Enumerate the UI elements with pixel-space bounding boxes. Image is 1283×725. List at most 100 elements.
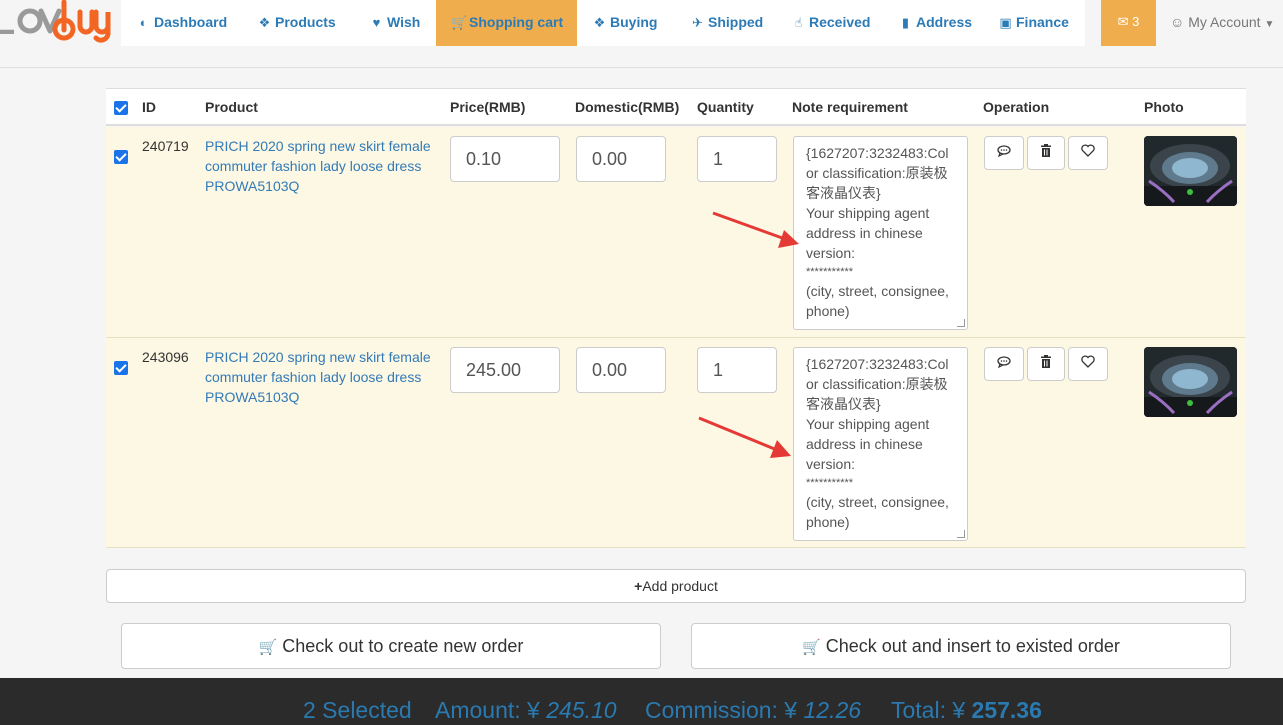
note-line: version: <box>806 456 856 472</box>
cubes-icon: ❖ <box>258 15 271 30</box>
comment-icon <box>997 145 1011 160</box>
nav-address[interactable]: ▮ Address <box>898 0 972 46</box>
product-link[interactable]: PRICH 2020 spring new skirt female commu… <box>205 136 437 196</box>
nav-address-label: Address <box>916 14 973 30</box>
messages-count: 3 <box>1132 14 1140 29</box>
table-row: 243096 PRICH 2020 spring new skirt femal… <box>106 338 1246 548</box>
svg-text:L: L <box>0 1 15 43</box>
nav-finance[interactable]: ▣ Finance <box>998 0 1069 46</box>
commission-summary: Commission: ¥ 12.26 <box>645 697 861 724</box>
note-line: *********** <box>806 266 854 278</box>
header-photo: Photo <box>1144 99 1184 115</box>
note-line: or classification:原装极 <box>806 165 948 181</box>
checkout-existing-order-button[interactable]: 🛒 Check out and insert to existed order <box>691 623 1231 669</box>
price-input[interactable]: 0.10 <box>450 136 560 182</box>
nav-dashboard[interactable]: ◐ Dashboard <box>136 0 228 46</box>
commission-label: Commission: ¥ <box>645 697 798 723</box>
heart-outline-icon <box>1081 355 1095 371</box>
delete-button[interactable] <box>1027 136 1065 170</box>
nav-products-label: Products <box>275 14 336 30</box>
note-line: {1627207:3232483:Col <box>806 356 949 372</box>
trash-icon <box>1040 355 1052 371</box>
amount-label: Amount: ¥ <box>435 697 540 723</box>
nav-shipped[interactable]: ✈ Shipped <box>690 0 763 46</box>
nav-finance-label: Finance <box>1016 14 1069 30</box>
header-domestic: Domestic(RMB) <box>575 99 680 115</box>
wish-button[interactable] <box>1068 347 1108 381</box>
nav-buying[interactable]: ❖ Buying <box>592 0 658 46</box>
select-all-checkbox[interactable] <box>114 101 128 115</box>
row-checkbox[interactable] <box>114 361 128 375</box>
dashboard-icon: ◐ <box>139 15 148 30</box>
total-summary: Total: ¥ 257.36 <box>891 697 1042 724</box>
note-line: Your shipping agent <box>806 416 930 432</box>
note-textarea[interactable]: {1627207:3232483:Col or classification:原… <box>793 347 968 541</box>
delete-button[interactable] <box>1027 347 1065 381</box>
my-account-dropdown[interactable]: ☺ My Account ▼ <box>1170 0 1274 46</box>
comment-button[interactable] <box>984 347 1024 381</box>
cart-icon: 🛒 <box>802 639 821 656</box>
table-row: 240719 PRICH 2020 spring new skirt femal… <box>106 127 1246 338</box>
nav-received[interactable]: ☝ Received <box>791 0 871 46</box>
note-line: 客液晶仪表} <box>806 396 881 412</box>
note-line: (city, street, consignee, <box>806 283 949 299</box>
nav-wish[interactable]: ♥ Wish <box>369 0 421 46</box>
note-line: *********** <box>806 477 854 489</box>
messages-button[interactable]: ✉ 3 <box>1101 0 1156 46</box>
total-label: Total: ¥ <box>891 697 966 723</box>
caret-down-icon: ▼ <box>1264 19 1275 30</box>
product-photo[interactable] <box>1144 136 1237 206</box>
add-product-button[interactable]: +Add product <box>106 569 1246 603</box>
domestic-input[interactable]: 0.00 <box>576 136 666 182</box>
quantity-input[interactable]: 1 <box>697 347 777 393</box>
note-line: {1627207:3232483:Col <box>806 145 949 161</box>
row-id: 240719 <box>142 138 189 154</box>
nav-received-label: Received <box>809 14 871 30</box>
comment-button[interactable] <box>984 136 1024 170</box>
bookmark-icon: ▮ <box>901 15 910 30</box>
product-photo[interactable] <box>1144 347 1237 417</box>
heart-icon: ♥ <box>372 15 381 30</box>
note-line: address in chinese <box>806 436 923 452</box>
row-id: 243096 <box>142 349 189 365</box>
nav-wish-label: Wish <box>387 14 421 30</box>
cart-icon: 🛒 <box>258 639 278 656</box>
quantity-input[interactable]: 1 <box>697 136 777 182</box>
checkout-new-order-button[interactable]: 🛒 Check out to create new order <box>121 623 661 669</box>
header-price: Price(RMB) <box>450 99 526 115</box>
comment-icon: ✉ <box>1117 14 1129 29</box>
note-line: Your shipping agent <box>806 205 930 221</box>
user-icon: ☺ <box>1170 14 1185 30</box>
wish-button[interactable] <box>1068 136 1108 170</box>
plane-icon: ✈ <box>692 15 703 30</box>
header-quantity: Quantity <box>697 99 754 115</box>
nav-shopping-cart[interactable]: 🛒 Shopping cart <box>436 0 577 46</box>
note-line: phone) <box>806 303 850 319</box>
amount-value: 245.10 <box>546 697 617 723</box>
thumbs-up-icon: ☝ <box>794 15 803 30</box>
nav-products[interactable]: ❖ Products <box>257 0 336 46</box>
summary-footer <box>0 678 1283 725</box>
note-line: or classification:原装极 <box>806 376 948 392</box>
domestic-input[interactable]: 0.00 <box>576 347 666 393</box>
amount-summary: Amount: ¥ 245.10 <box>435 697 617 724</box>
cart-icon: 🛒 <box>451 15 468 30</box>
note-line: phone) <box>806 514 850 530</box>
money-icon: ▣ <box>999 15 1012 30</box>
note-textarea[interactable]: {1627207:3232483:Col or classification:原… <box>793 136 968 330</box>
header-id: ID <box>142 99 156 115</box>
row-checkbox[interactable] <box>114 150 128 164</box>
note-line: address in chinese <box>806 225 923 241</box>
add-product-label: Add product <box>642 578 718 594</box>
nav-buying-label: Buying <box>610 14 658 30</box>
heart-outline-icon <box>1081 144 1095 160</box>
trash-icon <box>1040 144 1052 160</box>
product-link[interactable]: PRICH 2020 spring new skirt female commu… <box>205 347 437 407</box>
price-input[interactable]: 245.00 <box>450 347 560 393</box>
header-product: Product <box>205 99 258 115</box>
my-account-label: My Account <box>1188 14 1261 30</box>
nav-shipped-label: Shipped <box>708 14 764 30</box>
comment-icon <box>997 356 1011 371</box>
lovbuy-logo[interactable]: L <box>0 0 121 46</box>
total-value: 257.36 <box>971 697 1042 723</box>
